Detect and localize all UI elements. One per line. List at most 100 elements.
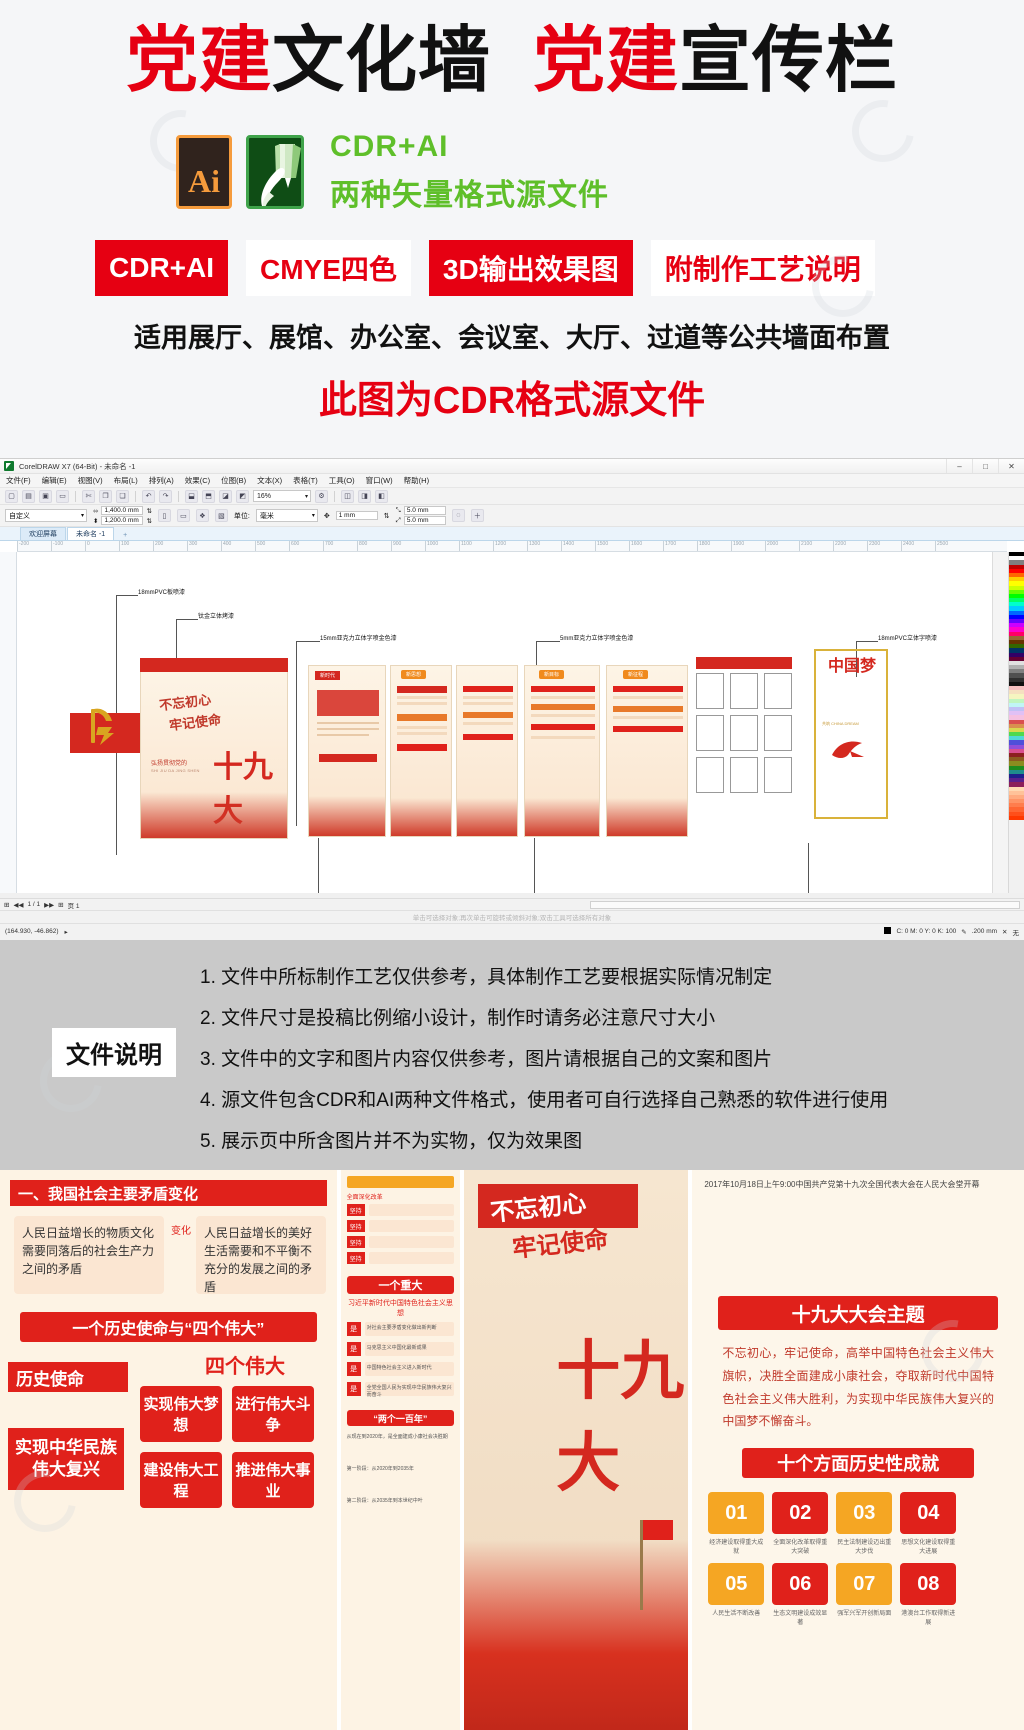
units-select[interactable]: 毫米 ▾ xyxy=(255,509,318,522)
no-fill-icon[interactable]: ✕ xyxy=(1002,928,1007,936)
units-label: 单位: xyxy=(233,512,250,520)
menu-item-effects[interactable]: 效果(C) xyxy=(185,475,210,486)
menu-item-arrange[interactable]: 排列(A) xyxy=(149,475,174,486)
note-item-3: 3. 文件中的文字和图片内容仅供参考，图片请根据自己的文案和图片 xyxy=(200,1049,773,1070)
outline-icon[interactable]: ✎ xyxy=(961,928,966,936)
add-page-icon[interactable]: ＋ xyxy=(470,509,484,522)
save-icon[interactable]: ▣ xyxy=(39,489,52,503)
redo-icon[interactable]: ↷ xyxy=(159,489,172,503)
menu-item-view[interactable]: 视图(V) xyxy=(78,475,103,486)
menu-item-table[interactable]: 表格(T) xyxy=(293,475,318,486)
height-stepper[interactable]: ⇅ xyxy=(146,517,151,525)
design-panel-4: 新目标 xyxy=(524,665,600,837)
portrait-icon[interactable]: ▯ xyxy=(157,509,171,522)
add-page-right-icon[interactable]: ⊞ xyxy=(58,901,63,909)
shot2-ribbon: 一个重大 xyxy=(346,1276,455,1294)
add-page-left-icon[interactable]: ⊞ xyxy=(4,901,9,909)
shot2-item-4: 全党全国人民为实现中华民族伟大复兴而奋斗 xyxy=(364,1382,455,1398)
status-expand-icon[interactable]: ▸ xyxy=(64,928,67,936)
menu-item-file[interactable]: 文件(F) xyxy=(6,475,31,486)
notes-badge: 文件说明 xyxy=(52,1028,176,1077)
illustrator-icon: Ai xyxy=(176,135,232,210)
docker-panel[interactable] xyxy=(992,552,1008,893)
shot4-numlabel-05: 人民生活不断改善 xyxy=(712,1611,761,1617)
shot4-num-06: 06 xyxy=(772,1563,829,1605)
feature-tags-row: CDR+AI CMYE四色 3D输出效果图 附制作工艺说明 xyxy=(0,240,1024,297)
design-photo-frame xyxy=(730,715,758,751)
paste-icon[interactable]: ❏ xyxy=(116,489,129,503)
view-icon[interactable]: ◧ xyxy=(375,489,388,503)
nudge-stepper[interactable]: ⇅ xyxy=(384,512,390,520)
width-stepper[interactable]: ⇅ xyxy=(146,507,151,515)
coreldraw-window: CorelDRAW X7 (64-Bit) - 未命名 -1 – □ ✕ 文件(… xyxy=(0,458,1024,940)
zoom-level-select[interactable]: 16% ▾ xyxy=(253,490,311,502)
window-title-bar: CorelDRAW X7 (64-Bit) - 未命名 -1 – □ ✕ xyxy=(0,459,1024,474)
first-page-icon[interactable]: ◀◀ xyxy=(13,901,23,909)
menu-item-help[interactable]: 帮助(H) xyxy=(404,475,429,486)
tab-untitled-1[interactable]: 未命名 -1 xyxy=(67,527,115,540)
horizontal-scrollbar[interactable] xyxy=(590,900,1020,909)
menu-item-tools[interactable]: 工具(O) xyxy=(329,475,355,486)
menu-bar: 文件(F) 编辑(E) 视图(V) 布局(L) 排列(A) 效果(C) 位图(B… xyxy=(0,474,1024,488)
menu-item-bitmaps[interactable]: 位图(B) xyxy=(221,475,246,486)
horizontal-ruler[interactable]: -200 -100 0 100 200 300 400 500 600 700 800 900 1000… xyxy=(17,541,1007,552)
design-photo-frame xyxy=(730,757,758,793)
page-preset-select[interactable]: 自定义 ▾ xyxy=(5,509,87,522)
duplicate-y-input[interactable]: 5.0 mm xyxy=(403,516,446,525)
menu-item-text[interactable]: 文本(X) xyxy=(257,475,282,486)
design-photo-frame xyxy=(696,757,724,793)
ai-badge-label: Ai xyxy=(188,163,220,200)
undo-icon[interactable]: ↶ xyxy=(142,489,155,503)
current-page-icon[interactable]: ▧ xyxy=(214,509,228,522)
cut-icon[interactable]: ✄ xyxy=(82,489,95,503)
design-photo-frame xyxy=(696,715,724,751)
maximize-button[interactable]: □ xyxy=(972,459,998,473)
menu-item-window[interactable]: 窗口(W) xyxy=(366,475,393,486)
duplicate-x-input[interactable]: 5.0 mm xyxy=(403,506,446,515)
preview-strip: 一、我国社会主要矛盾变化 人民日益增长的物质文化需要同落后的社会生产力之间的矛盾… xyxy=(0,1170,1024,1730)
all-pages-icon[interactable]: ❖ xyxy=(195,509,209,522)
color-palette[interactable] xyxy=(1008,552,1024,893)
open-icon[interactable]: ▤ xyxy=(22,489,35,503)
new-icon[interactable]: ▢ xyxy=(5,489,18,503)
options-icon[interactable]: ⚙ xyxy=(315,489,328,503)
app-launcher-icon[interactable]: ◩ xyxy=(236,489,249,503)
shot2-item-badge-2: 是 xyxy=(346,1342,361,1356)
print-icon[interactable]: ▭ xyxy=(56,489,69,503)
next-page-icon[interactable]: ▶▶ xyxy=(44,901,54,909)
nudge-input[interactable]: 1 mm xyxy=(335,511,378,520)
page-height-input[interactable]: 1,200.0 mm xyxy=(101,516,144,525)
palette-swatch[interactable] xyxy=(1009,815,1024,820)
minimize-button[interactable]: – xyxy=(946,459,972,473)
ruler-tick: 2400 xyxy=(901,541,914,551)
tab-add-button[interactable]: + xyxy=(115,531,135,540)
landscape-icon[interactable]: ▭ xyxy=(176,509,190,522)
design-canvas[interactable]: 18mmPVC板喷漆 钛金立体烤漆 15mm亚克力立体字喷金色漆 5mm亚克力立… xyxy=(18,553,990,893)
shot4-num-04: 04 xyxy=(900,1492,957,1534)
chevron-down-icon: ▾ xyxy=(311,513,315,519)
design-party-emblem xyxy=(86,699,130,755)
menu-item-layout[interactable]: 布局(L) xyxy=(114,475,138,486)
snap-icon[interactable]: ◫ xyxy=(341,489,354,503)
shot4-numlabel-03: 民主法制建设迈出重大步伐 xyxy=(837,1540,892,1555)
coreldraw-icon xyxy=(246,135,304,210)
copy-icon[interactable]: ❐ xyxy=(99,489,112,503)
align-icon[interactable]: ◨ xyxy=(358,489,371,503)
tab-welcome-screen[interactable]: 欢迎屏幕 xyxy=(20,527,66,540)
ruler-tick: 2200 xyxy=(833,541,846,551)
status-bar: ⊞ ◀◀ 1 / 1 ▶▶ ⊞ 页 1 单击可选择对象;再次单击可旋转或倾斜对象… xyxy=(0,898,1024,940)
page-title-part-4: 宣传栏 xyxy=(679,21,899,101)
fill-swatch-icon[interactable] xyxy=(884,927,892,936)
menu-item-edit[interactable]: 编辑(E) xyxy=(42,475,67,486)
close-button[interactable]: ✕ xyxy=(998,459,1024,473)
vertical-ruler[interactable] xyxy=(0,552,17,893)
page-label[interactable]: 页 1 xyxy=(68,900,80,910)
import-icon[interactable]: ⬓ xyxy=(185,489,198,503)
publish-pdf-icon[interactable]: ◪ xyxy=(219,489,232,503)
shot2-item-badge-1: 是 xyxy=(346,1322,361,1336)
treat-as-filled-icon[interactable]: ◌ xyxy=(451,509,465,522)
shot1-left-red-box: 实现中华民族伟大复兴 xyxy=(8,1428,124,1490)
export-icon[interactable]: ⬒ xyxy=(202,489,215,503)
shot4-numlabel-04: 思想文化建设取得重大进展 xyxy=(901,1540,956,1555)
page-width-input[interactable]: 1,400.0 mm xyxy=(101,506,144,515)
